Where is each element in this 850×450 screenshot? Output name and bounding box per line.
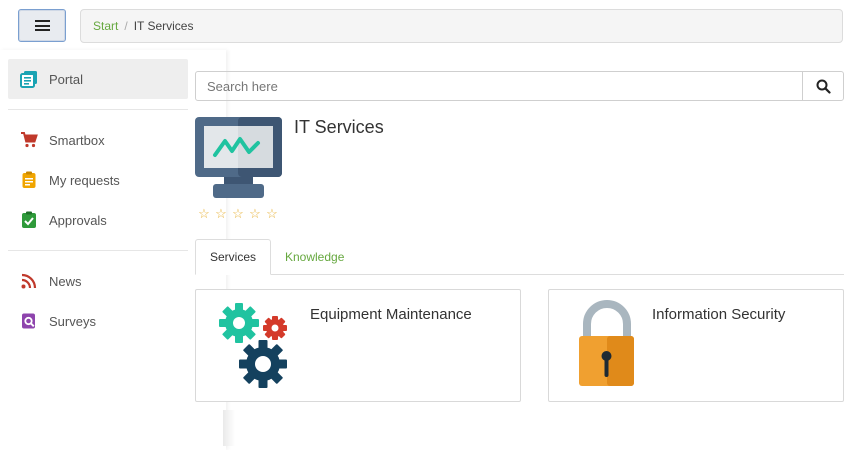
search-bar [195, 71, 844, 101]
page-title: IT Services [294, 117, 384, 137]
sidebar-item-news[interactable]: News [8, 261, 188, 301]
search-input[interactable] [196, 72, 802, 100]
tab-bar: Services Knowledge [195, 239, 844, 275]
sidebar-item-smartbox[interactable]: Smartbox [8, 120, 188, 160]
star-icon[interactable]: ☆ [265, 206, 279, 222]
menu-toggle-button[interactable] [18, 9, 66, 42]
rating-stars: ☆ ☆ ☆ ☆ ☆ [197, 206, 279, 222]
star-icon[interactable]: ☆ [231, 206, 245, 222]
gears-icon [219, 303, 287, 388]
star-icon[interactable]: ☆ [214, 206, 228, 222]
cart-icon [20, 131, 38, 149]
breadcrumb-current: IT Services [133, 19, 194, 33]
card-title: Information Security [652, 306, 786, 323]
portal-book-icon [20, 70, 38, 88]
breadcrumb-separator: / [124, 19, 128, 33]
sidebar-item-approvals[interactable]: Approvals [8, 200, 188, 240]
tab-services[interactable]: Services [195, 239, 272, 275]
star-icon[interactable]: ☆ [248, 206, 262, 222]
sidebar: Portal Smartbox My requests Approvals Ne… [0, 50, 226, 450]
sidebar-item-label: Surveys [49, 313, 96, 329]
sidebar-item-label: My requests [49, 172, 120, 188]
star-icon[interactable]: ☆ [197, 206, 211, 222]
scroll-shadow [223, 410, 235, 446]
search-button[interactable] [802, 72, 843, 100]
page: Start / IT Services Portal Smartbox My r… [0, 0, 850, 450]
survey-search-icon [20, 312, 38, 330]
rss-icon [20, 272, 38, 290]
card-title: Equipment Maintenance [310, 306, 472, 323]
tab-knowledge[interactable]: Knowledge [271, 239, 358, 275]
sidebar-divider [8, 250, 188, 251]
sidebar-item-label: Approvals [49, 212, 107, 228]
monitor-icon [195, 117, 282, 199]
sidebar-item-portal[interactable]: Portal [8, 59, 188, 99]
sidebar-divider [8, 109, 188, 110]
sidebar-item-my-requests[interactable]: My requests [8, 160, 188, 200]
breadcrumb-start-link[interactable]: Start [93, 19, 118, 33]
search-icon [816, 79, 831, 94]
service-card-information-security[interactable]: Information Security [548, 289, 844, 402]
check-badge-icon [20, 211, 38, 229]
sidebar-item-label: News [49, 273, 82, 289]
sidebar-item-label: Portal [49, 71, 83, 87]
sidebar-item-surveys[interactable]: Surveys [8, 301, 188, 341]
breadcrumb: Start / IT Services [80, 9, 843, 43]
service-card-equipment-maintenance[interactable]: Equipment Maintenance [195, 289, 521, 402]
padlock-icon [579, 300, 634, 386]
sidebar-item-label: Smartbox [49, 132, 105, 148]
hamburger-menu-icon [34, 20, 50, 31]
clipboard-icon [20, 171, 38, 189]
